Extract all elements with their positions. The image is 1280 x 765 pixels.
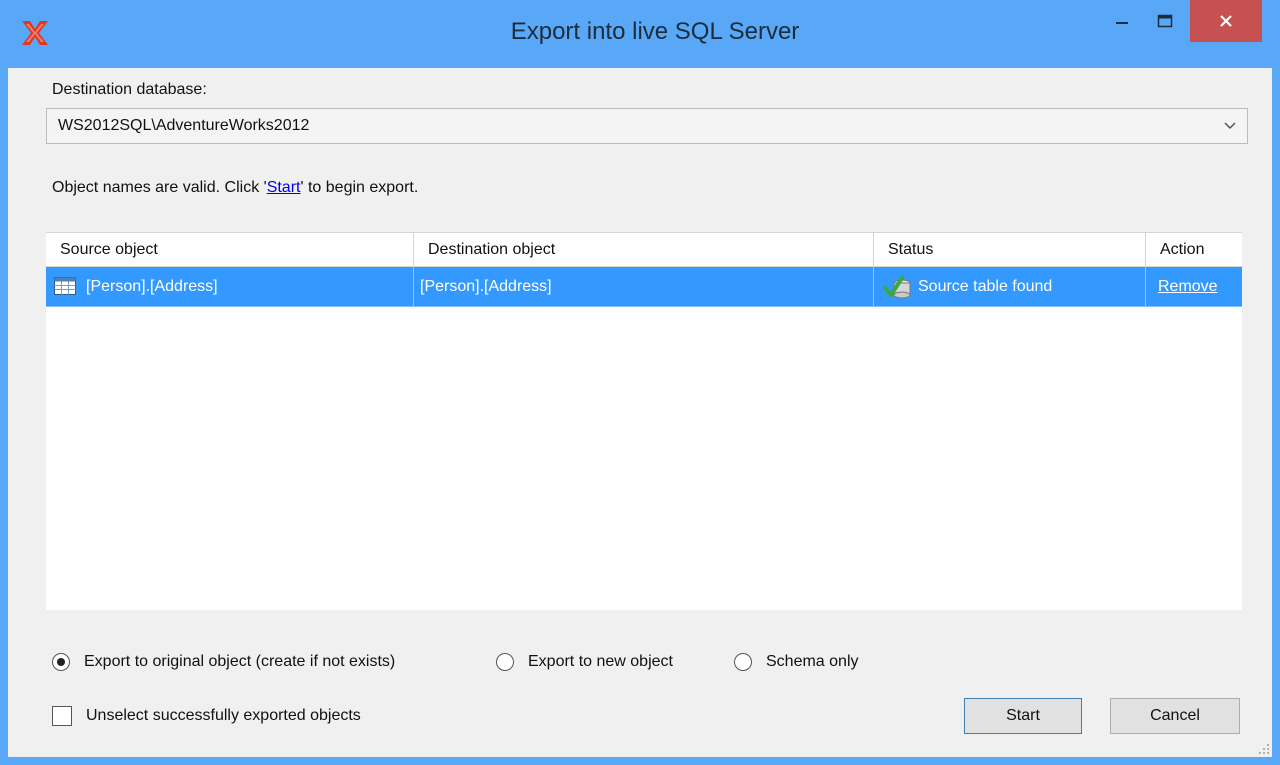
close-button[interactable] [1190, 0, 1262, 42]
status-cell: Source table found [874, 267, 1146, 306]
start-link[interactable]: Start [267, 179, 301, 196]
validation-message: Object names are valid. Click 'Start' to… [52, 179, 418, 197]
resize-grip-icon[interactable] [1258, 743, 1270, 755]
status-text: Source table found [918, 278, 1053, 295]
dialog-client-area: Destination database: WS2012SQL\Adventur… [8, 68, 1272, 757]
action-cell: Remove [1146, 267, 1242, 306]
radio-export-original-label: Export to original object (create if not… [84, 653, 396, 670]
minimize-button[interactable] [1102, 0, 1142, 42]
radio-export-new[interactable]: Export to new object [496, 650, 673, 674]
table-icon [54, 277, 76, 295]
source-object-text: [Person].[Address] [86, 278, 218, 295]
window-title: Export into live SQL Server [510, 18, 800, 45]
chevron-down-icon [1224, 122, 1236, 130]
unselect-exported-checkbox[interactable] [52, 706, 72, 726]
source-object-cell[interactable]: [Person].[Address] [46, 267, 414, 306]
destination-database-label: Destination database: [52, 81, 207, 98]
cancel-button[interactable]: Cancel [1110, 698, 1240, 734]
unselect-exported-option[interactable]: Unselect successfully exported objects [52, 706, 361, 726]
column-header-destination[interactable]: Destination object [414, 233, 874, 266]
radio-button-unchecked[interactable] [496, 653, 514, 671]
unselect-exported-label: Unselect successfully exported objects [86, 707, 361, 724]
column-header-source[interactable]: Source object [46, 233, 414, 266]
table-row[interactable]: [Person].[Address] [Person].[Address] So… [46, 267, 1242, 307]
maximize-icon [1157, 14, 1173, 28]
maximize-button[interactable] [1142, 0, 1188, 42]
grid-header: Source object Destination object Status … [46, 232, 1242, 267]
minimize-icon [1116, 22, 1128, 24]
destination-object-cell[interactable]: [Person].[Address] [414, 267, 874, 306]
destination-database-value: WS2012SQL\AdventureWorks2012 [58, 117, 310, 134]
radio-schema-only-label: Schema only [766, 653, 859, 670]
title-bar[interactable]: Export into live SQL Server [0, 0, 1280, 68]
start-button[interactable]: Start [964, 698, 1082, 734]
validation-message-suffix: ' to begin export. [300, 179, 419, 196]
radio-export-new-label: Export to new object [528, 653, 673, 670]
radio-schema-only[interactable]: Schema only [734, 650, 859, 674]
radio-button-unchecked[interactable] [734, 653, 752, 671]
check-database-icon [883, 276, 911, 299]
validation-message-prefix: Object names are valid. Click ' [52, 179, 267, 196]
destination-database-combo[interactable]: WS2012SQL\AdventureWorks2012 [46, 108, 1248, 144]
remove-link[interactable]: Remove [1158, 278, 1218, 295]
close-icon [1220, 15, 1232, 27]
radio-button-checked[interactable] [52, 653, 70, 671]
column-header-action[interactable]: Action [1146, 233, 1242, 266]
column-header-status[interactable]: Status [874, 233, 1146, 266]
destination-object-text: [Person].[Address] [420, 278, 552, 295]
export-dialog-window: Export into live SQL Server Destination … [0, 0, 1280, 765]
objects-grid[interactable]: Source object Destination object Status … [46, 232, 1242, 610]
radio-export-original[interactable]: Export to original object (create if not… [52, 650, 395, 674]
